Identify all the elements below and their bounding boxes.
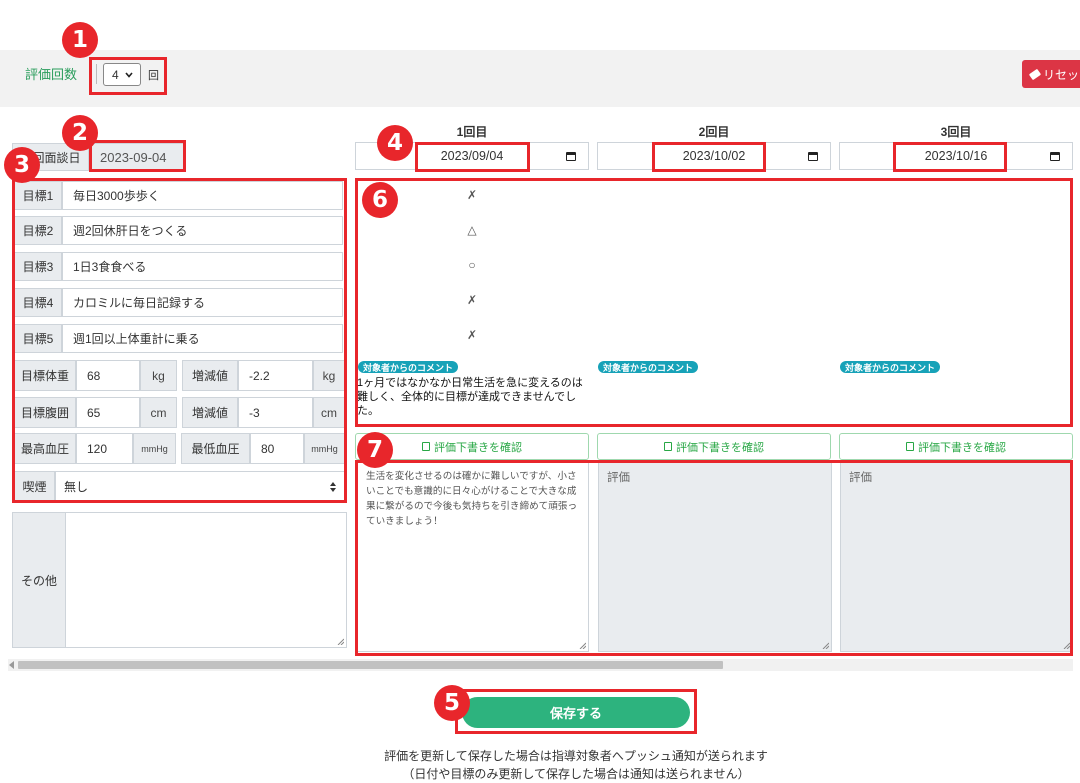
round-2-evaluation-textarea[interactable]: 評価 bbox=[598, 462, 832, 652]
goal-4-input[interactable]: カロミルに毎日記録する bbox=[62, 288, 343, 317]
eraser-icon bbox=[1028, 68, 1042, 80]
round-2-evaluation-placeholder: 評価 bbox=[607, 472, 630, 484]
other-textarea[interactable] bbox=[66, 513, 346, 647]
evaluation-count-select[interactable]: 4 bbox=[103, 63, 141, 86]
systolic-input[interactable]: 120 bbox=[76, 433, 133, 464]
round-2-draft-button[interactable]: 評価下書きを確認 bbox=[597, 433, 831, 460]
scrollbar-thumb[interactable] bbox=[18, 661, 723, 669]
scroll-left-arrow-icon[interactable] bbox=[9, 661, 14, 669]
target-weight-unit: kg bbox=[140, 360, 177, 391]
waist-delta-input[interactable]: -3 bbox=[238, 397, 313, 428]
diastolic-input[interactable]: 80 bbox=[250, 433, 304, 464]
other-label: その他 bbox=[12, 512, 66, 648]
target-waist-input[interactable]: 65 bbox=[76, 397, 140, 428]
target-weight-input[interactable]: 68 bbox=[76, 360, 140, 391]
annotation-marker-1: 1 bbox=[62, 22, 98, 58]
smoking-value: 無し bbox=[64, 479, 89, 494]
calendar-icon[interactable] bbox=[566, 152, 576, 161]
round-2-date-value: 2023/10/02 bbox=[682, 149, 746, 163]
round-1-mark-goal-5: ✗ bbox=[466, 328, 478, 342]
round-1-mark-goal-2: △ bbox=[467, 223, 477, 237]
calendar-icon[interactable] bbox=[808, 152, 818, 161]
round-3-date-input[interactable]: 2023/10/16 bbox=[839, 142, 1073, 170]
weight-delta-input[interactable]: -2.2 bbox=[238, 360, 313, 391]
goal-5-input[interactable]: 週1回以上体重計に乗る bbox=[62, 324, 343, 353]
note-icon bbox=[906, 442, 914, 451]
diastolic-label: 最低血圧 bbox=[181, 433, 250, 464]
round-2-title: 2回目 bbox=[698, 125, 730, 139]
round-1-client-comment: 1ヶ月ではなかなか日常生活を急に変えるのは難しく、全体的に目標が達成できませんで… bbox=[357, 377, 583, 417]
round-3-comment-badge: 対象者からのコメント bbox=[840, 361, 941, 373]
round-3-evaluation-textarea[interactable]: 評価 bbox=[840, 462, 1073, 652]
notice-line-1: 評価を更新して保存した場合は指導対象者へプッシュ通知が送られます bbox=[384, 749, 768, 763]
goal-4-label: 目標4 bbox=[14, 288, 62, 317]
resize-handle-icon[interactable] bbox=[822, 642, 829, 649]
goal-3-label: 目標3 bbox=[14, 252, 62, 281]
reset-button-label: リセッ bbox=[1043, 67, 1080, 82]
annotation-marker-4: 4 bbox=[377, 125, 413, 161]
goal-3-input[interactable]: 1日3食食べる bbox=[62, 252, 343, 281]
resize-handle-icon[interactable] bbox=[337, 638, 344, 645]
evaluation-count-bar bbox=[0, 50, 1080, 107]
round-1-mark-goal-3: ○ bbox=[468, 258, 476, 272]
systolic-label: 最高血圧 bbox=[14, 433, 76, 464]
target-weight-label: 目標体重 bbox=[14, 360, 76, 391]
goal-5-label: 目標5 bbox=[14, 324, 62, 353]
waist-delta-label: 増減値 bbox=[182, 397, 238, 428]
annotation-marker-2: 2 bbox=[62, 115, 98, 151]
round-1-comment-badge: 対象者からのコメント bbox=[358, 361, 459, 373]
chevron-down-icon bbox=[125, 71, 133, 78]
round-1-mark-goal-4: ✗ bbox=[466, 293, 478, 307]
divider bbox=[96, 64, 97, 84]
select-arrows-icon bbox=[330, 482, 336, 492]
reset-button[interactable]: リセッ bbox=[1022, 60, 1080, 88]
evaluation-count-label: 評価回数 bbox=[25, 67, 78, 82]
round-3-draft-button-label: 評価下書きを確認 bbox=[918, 441, 1006, 454]
notice-line-2: （日付や目標のみ更新して保存した場合は通知は送られません） bbox=[402, 767, 750, 781]
weight-delta-unit: kg bbox=[313, 360, 345, 391]
resize-handle-icon[interactable] bbox=[579, 642, 586, 649]
round-1-date-value: 2023/09/04 bbox=[440, 149, 504, 163]
diastolic-unit: mmHg bbox=[304, 433, 345, 464]
round-3-title: 3回目 bbox=[940, 125, 972, 139]
annotation-marker-7: 7 bbox=[357, 432, 393, 468]
annotation-marker-3: 3 bbox=[4, 147, 40, 183]
round-2-comment-badge: 対象者からのコメント bbox=[598, 361, 699, 373]
goal-1-label: 目標1 bbox=[14, 181, 62, 210]
save-button[interactable]: 保存する bbox=[462, 697, 690, 728]
goal-2-input[interactable]: 週2回休肝日をつくる bbox=[62, 216, 343, 245]
waist-delta-unit: cm bbox=[313, 397, 345, 428]
annotation-marker-6: 6 bbox=[362, 182, 398, 218]
annotation-marker-5: 5 bbox=[434, 685, 470, 721]
note-icon bbox=[422, 442, 430, 451]
evaluation-count-unit: 回 bbox=[148, 70, 159, 82]
round-3-date-value: 2023/10/16 bbox=[924, 149, 988, 163]
round-1-mark-goal-1: ✗ bbox=[466, 188, 478, 202]
calendar-icon[interactable] bbox=[1050, 152, 1060, 161]
evaluation-count-value: 4 bbox=[112, 67, 119, 82]
round-1-evaluation-text: 生活を変化させるのは確かに難しいですが、小さいことでも意識的に日々心がけることで… bbox=[366, 471, 578, 527]
round-2-date-input[interactable]: 2023/10/02 bbox=[597, 142, 831, 170]
systolic-unit: mmHg bbox=[133, 433, 176, 464]
round-1-draft-button-label: 評価下書きを確認 bbox=[434, 441, 522, 454]
weight-delta-label: 増減値 bbox=[182, 360, 238, 391]
round-2-draft-button-label: 評価下書きを確認 bbox=[676, 441, 764, 454]
resize-handle-icon[interactable] bbox=[1063, 642, 1070, 649]
smoking-select[interactable]: 無し bbox=[55, 471, 345, 501]
target-waist-unit: cm bbox=[140, 397, 177, 428]
note-icon bbox=[664, 442, 672, 451]
first-interview-date: 2023-09-04 bbox=[89, 143, 186, 171]
round-3-draft-button[interactable]: 評価下書きを確認 bbox=[839, 433, 1073, 460]
goal-2-label: 目標2 bbox=[14, 216, 62, 245]
smoking-label: 喫煙 bbox=[14, 471, 55, 501]
goal-1-input[interactable]: 毎日3000歩歩く bbox=[62, 181, 343, 210]
round-3-evaluation-placeholder: 評価 bbox=[849, 472, 872, 484]
round-1-evaluation-textarea[interactable]: 生活を変化させるのは確かに難しいですが、小さいことでも意識的に日々心がけることで… bbox=[357, 462, 589, 652]
target-waist-label: 目標腹囲 bbox=[14, 397, 76, 428]
